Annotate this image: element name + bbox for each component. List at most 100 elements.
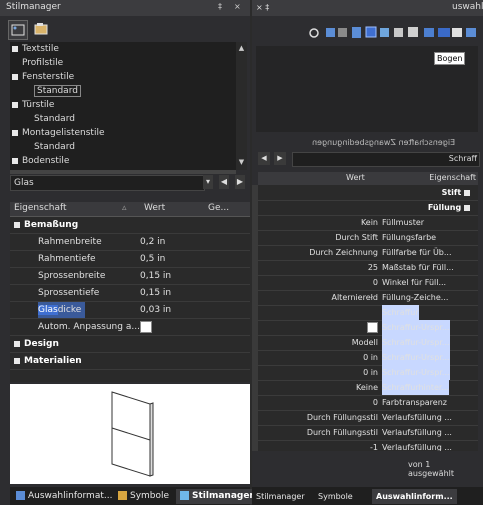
header-ge[interactable]: Ge... [208,203,229,213]
property-value[interactable]: 0,15 in [140,268,171,284]
collapse-icon[interactable] [12,45,18,52]
property-row[interactable]: Füllung [258,200,478,216]
tab-selection-info[interactable]: Auswahlinformat... [12,489,116,504]
tab-style-manager[interactable]: Stilmanager [252,489,309,504]
tree-item[interactable]: Montagelistenstile [12,126,105,140]
collapse-icon[interactable] [14,357,20,364]
property-row[interactable]: Rahmentiefe 0,5 in [10,251,250,268]
prev-icon[interactable]: ◀ [258,152,270,165]
property-row[interactable]: 0 in Schraffur-Urspr... [258,365,478,381]
property-row[interactable]: Schraffur [258,305,478,321]
property-row[interactable]: -1 Verlaufsfüllung ... [258,440,478,451]
property-row[interactable]: Sprossentiefe 0,15 in [10,285,250,302]
toolbar-icons[interactable] [252,20,483,46]
property-value[interactable]: Durch Füllungsstil [307,410,378,425]
close-icon[interactable]: × [234,2,241,11]
scroll-up-icon[interactable]: ▲ [237,44,246,52]
property-row[interactable]: Glasdicke 0,03 in [10,302,250,319]
tree-item[interactable]: Standard [24,112,75,126]
tree-item[interactable]: Standard [24,84,81,98]
header-value[interactable]: Wert [346,173,365,182]
tree-item[interactable]: Textstile [12,42,59,56]
grid-scrollbar[interactable] [252,185,258,451]
property-row[interactable]: Keine Schraffurhinter... [258,380,478,396]
property-row[interactable]: Alternierełd Füllung-Zeiche... [258,290,478,306]
prev-icon[interactable]: ◀ [219,175,229,189]
property-row[interactable]: 0 Winkel für Füll... [258,275,478,291]
property-value[interactable] [140,319,152,335]
scroll-down-icon[interactable]: ▼ [237,158,246,166]
property-row[interactable]: Durch Zeichnung Füllfarbe für Üb... [258,245,478,261]
property-grid[interactable]: Bemaßung Rahmenbreite 0,2 in Rahmentiefe 0,5… [10,217,250,382]
pin-icon[interactable]: ‡ [218,2,222,11]
collapse-icon[interactable] [464,189,470,196]
tree-item[interactable]: Profilstile [12,56,63,70]
tree-item[interactable]: Türstile [12,98,54,112]
property-value[interactable]: 0 [373,395,378,410]
property-value[interactable]: Keine [356,380,378,395]
checkbox[interactable] [140,320,152,333]
property-grid[interactable]: Stift Füllung Kein Füllmuster Durch Stift F… [258,185,478,451]
tree-item[interactable]: Fensterstile [12,70,74,84]
property-value[interactable]: Durch Zeichnung [309,245,378,260]
property-selector[interactable]: Schraff [292,152,480,167]
property-row[interactable]: Modell Schraffur-Urspr... [258,335,478,351]
property-row[interactable]: 25 Maßstab für Füll... [258,260,478,276]
property-row[interactable]: Rahmenbreite 0,2 in [10,234,250,251]
property-row[interactable]: Sprossenbreite 0,15 in [10,268,250,285]
property-value[interactable]: 25 [368,260,378,275]
tree-item[interactable]: Bodenstile [12,154,69,168]
next-icon[interactable]: ▶ [274,152,286,165]
next-icon[interactable]: ▶ [235,175,245,189]
property-row[interactable]: 0 in Schraffur-Urspr... [258,350,478,366]
property-group[interactable]: Bemaßung [10,217,250,234]
property-value[interactable] [367,320,378,335]
tab-style-manager[interactable]: Stilmanager [176,489,258,504]
property-value[interactable]: -1 [370,440,378,451]
tab-selection-info[interactable]: Auswahlinform... [372,489,457,504]
pin-close-icons[interactable]: × ‡ [256,3,269,12]
property-value[interactable]: Kein [361,215,378,230]
property-value[interactable]: 0,03 in [140,302,171,318]
import-style-icon[interactable] [32,20,50,38]
collapse-icon[interactable] [12,157,18,164]
property-row[interactable]: Stift [258,185,478,201]
property-row[interactable]: Durch Füllungsstil Verlaufsfüllung ... [258,425,478,441]
property-group[interactable]: Design [10,336,250,353]
arc-object-label[interactable]: Bogen [434,52,466,65]
property-value[interactable]: 0,2 in [140,234,165,250]
collapse-icon[interactable] [12,129,18,136]
property-row[interactable]: 0 Farbtransparenz [258,395,478,411]
header-property[interactable]: Eigenschaft [429,173,476,182]
selection-canvas[interactable]: Bogen [256,46,478,132]
tree-hscroll[interactable] [10,170,236,174]
tab-symbols[interactable]: Symbole [314,489,357,504]
property-row[interactable]: Schraffur-Urspr... [258,320,478,336]
property-row[interactable]: Autom. Anpassung a... [10,319,250,336]
tree-scrollbar[interactable]: ▲ ▼ [236,42,247,170]
style-tree[interactable]: Textstile Profilstile Fensterstile Standard… [10,42,236,170]
header-value[interactable]: Wert [144,203,165,213]
collapse-icon[interactable] [14,221,20,228]
property-value[interactable]: Alternierełd [331,290,378,305]
property-value[interactable]: Durch Füllungsstil [307,425,378,440]
property-value[interactable]: Durch Stift [335,230,378,245]
tree-item[interactable]: Standard [24,140,75,154]
property-group[interactable]: Materialien [10,353,250,370]
property-value[interactable]: 0,5 in [140,251,165,267]
collapse-icon[interactable] [12,101,18,108]
collapse-icon[interactable] [12,73,18,80]
property-value[interactable]: 0 in [363,365,378,380]
collapse-icon[interactable] [14,340,20,347]
property-value[interactable]: 0,15 in [140,285,171,301]
property-value[interactable]: Modell [352,335,378,350]
property-row[interactable]: Kein Füllmuster [258,215,478,231]
new-style-icon[interactable] [8,20,28,40]
checkbox[interactable] [367,322,378,333]
collapse-icon[interactable] [464,204,470,211]
property-row[interactable]: Durch Stift Füllungsfarbe [258,230,478,246]
property-value[interactable]: 0 [373,275,378,290]
header-property[interactable]: Eigenschaft [14,203,67,213]
style-filter-input[interactable]: Glas [10,175,205,191]
filter-dropdown-icon[interactable]: ▾ [203,175,213,189]
